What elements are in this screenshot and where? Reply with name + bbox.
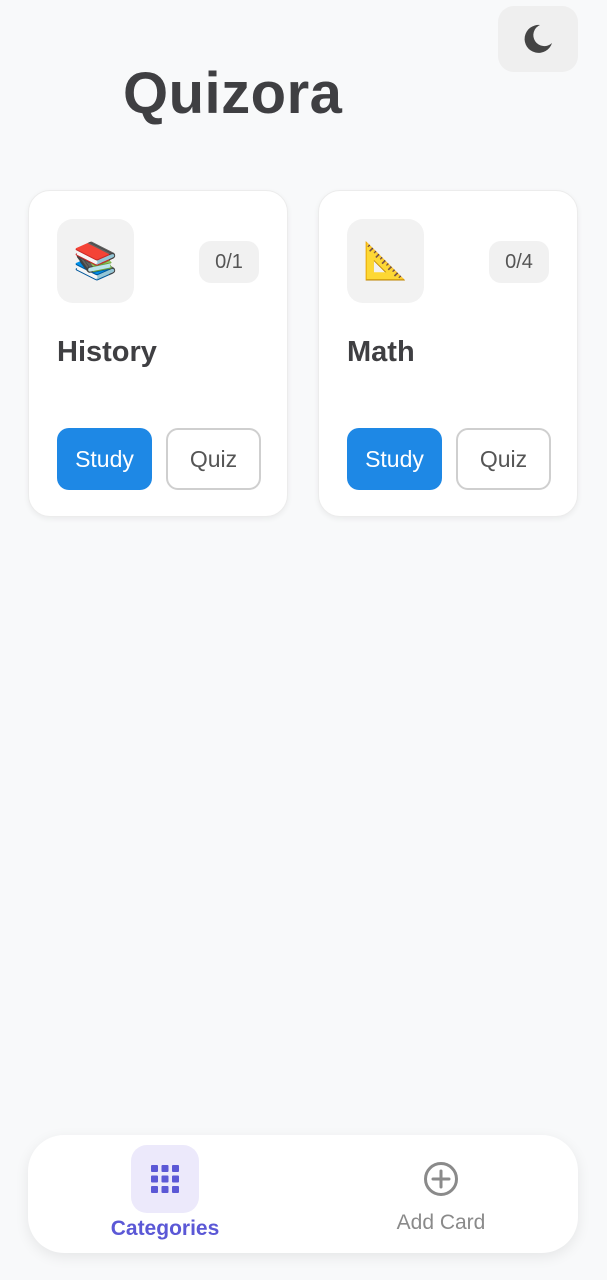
category-icon-box: 📐 [347,219,424,303]
category-icon-box: 📚 [57,219,134,303]
nav-active-pill [131,1145,199,1213]
category-card-math: 📐 0/4 Math Study Quiz [318,190,578,517]
nav-item-categories[interactable]: Categories [98,1135,232,1253]
moon-icon [524,24,552,53]
add-circle-icon [424,1162,458,1196]
nav-label-categories: Categories [110,1217,220,1240]
triangular-ruler-icon: 📐 [363,240,408,281]
category-name: History [57,336,157,368]
grid-icon [151,1165,179,1193]
nav-item-add-card[interactable]: Add Card [383,1135,499,1253]
progress-badge: 0/4 [489,241,549,283]
nav-label-add-card: Add Card [396,1211,486,1234]
study-button[interactable]: Study [347,428,442,490]
progress-badge: 0/1 [199,241,259,283]
category-card-history: 📚 0/1 History Study Quiz [28,190,288,517]
books-icon: 📚 [73,240,118,281]
quiz-button[interactable]: Quiz [166,428,261,490]
category-name: Math [347,336,415,368]
theme-toggle-button[interactable] [498,6,578,72]
quiz-button[interactable]: Quiz [456,428,551,490]
study-button[interactable]: Study [57,428,152,490]
app-title: Quizora [123,61,343,126]
bottom-nav: Categories Add Card [28,1135,578,1253]
